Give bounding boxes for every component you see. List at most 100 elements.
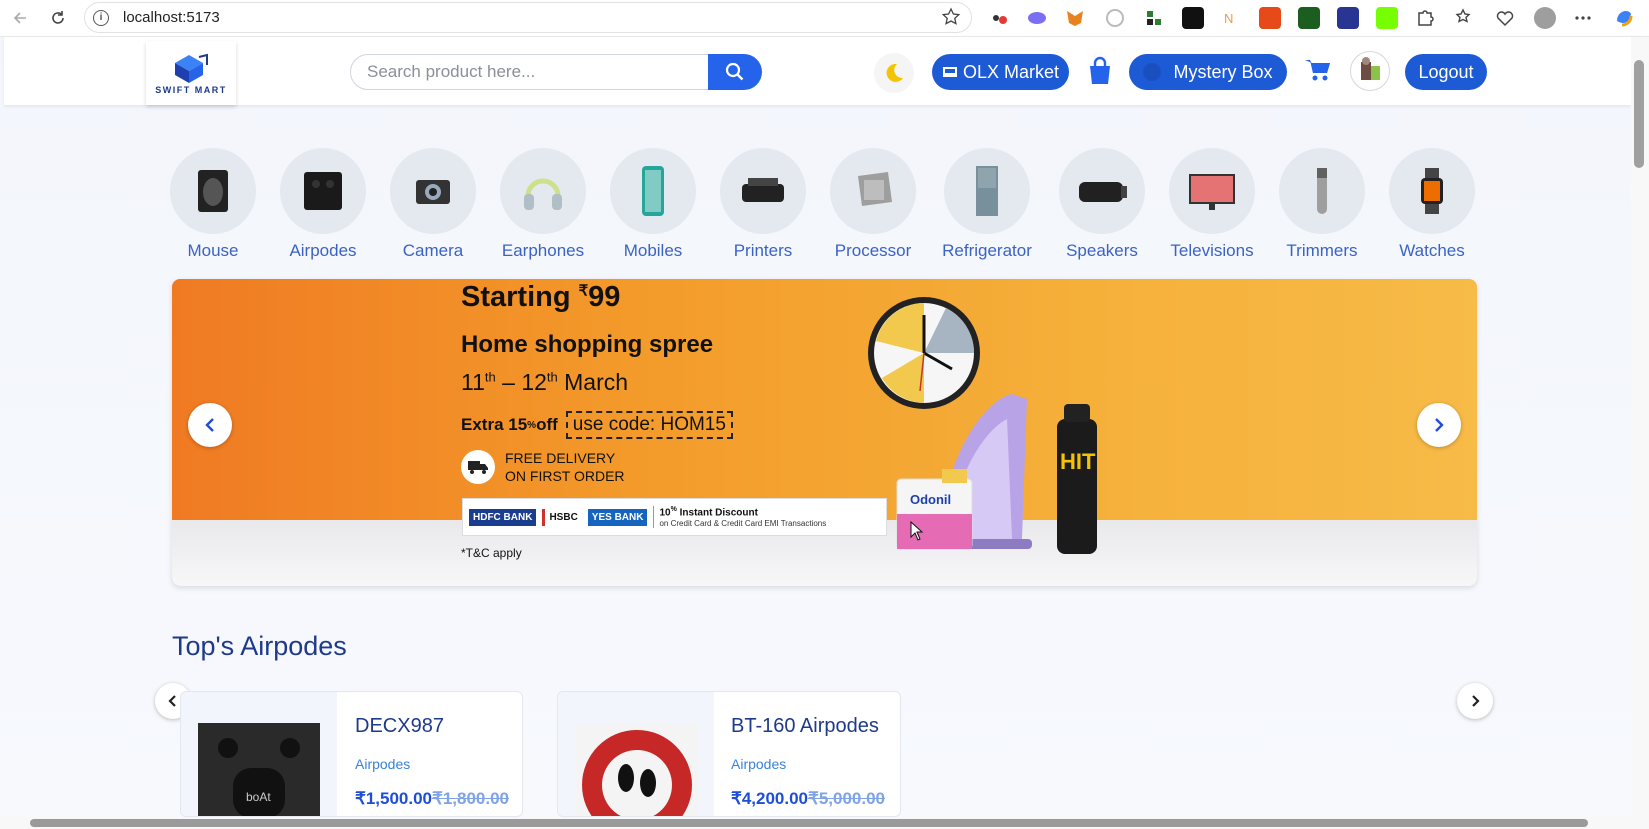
reload-icon[interactable]: [44, 4, 72, 32]
product-category: Airpodes: [731, 756, 787, 772]
category-item-mouse[interactable]: Mouse: [168, 148, 258, 261]
coupon-code: use code: HOM15: [565, 411, 733, 439]
horizontal-scroll-thumb[interactable]: [30, 819, 1588, 827]
extension-icon[interactable]: [1376, 7, 1398, 29]
logout-button[interactable]: Logout: [1405, 54, 1487, 90]
product-name: BT-160 Airpodes: [731, 715, 879, 737]
category-label: Printers: [733, 241, 793, 260]
olx-market-label: OLX Market: [962, 61, 1060, 82]
banner-offer: Extra 15% off use code: HOM15: [461, 411, 733, 439]
address-bar[interactable]: i localhost:5173: [84, 2, 972, 33]
extension-icon[interactable]: [1143, 7, 1165, 29]
earbuds-red-image: [576, 723, 698, 816]
extension-icon[interactable]: [1259, 7, 1281, 29]
category-image: [1279, 148, 1365, 234]
more-menu-icon[interactable]: [1572, 7, 1594, 29]
product-name: DECX987: [355, 715, 444, 737]
extension-icon[interactable]: [1298, 7, 1320, 29]
user-avatar[interactable]: [1350, 51, 1390, 91]
svg-text:N: N: [1224, 11, 1233, 26]
carousel-prev-button[interactable]: [188, 403, 232, 447]
mouse-cursor-icon: [910, 521, 924, 541]
bookmark-star-icon[interactable]: [941, 7, 961, 32]
logo-cube-icon: [175, 53, 208, 83]
category-image: [280, 148, 366, 234]
search-input[interactable]: [350, 54, 715, 90]
url-text: localhost:5173: [123, 9, 220, 26]
spray-can-image: HIT: [1057, 404, 1097, 554]
copilot-icon[interactable]: [1613, 7, 1635, 29]
category-item-processor[interactable]: Processor: [828, 148, 918, 261]
category-image: [1169, 148, 1255, 234]
product-card[interactable]: BT-160 Airpodes Airpodes ₹4,200.00₹5,000…: [557, 691, 901, 817]
category-image: [170, 148, 256, 234]
category-image: [500, 148, 586, 234]
extension-icon[interactable]: [1026, 7, 1048, 29]
category-label: Camera: [402, 241, 464, 260]
extension-icon[interactable]: N: [1221, 7, 1243, 29]
category-image: [944, 148, 1030, 234]
category-label: Processor: [834, 241, 912, 260]
back-icon[interactable]: [6, 4, 34, 32]
bank-offer-strip: HDFC BANK HSBC YES BANK 10% Instant Disc…: [462, 498, 887, 536]
category-label: Earphones: [501, 241, 585, 260]
delivery-truck-icon: [461, 450, 495, 484]
section-title: Top's Airpodes: [172, 631, 347, 661]
mystery-box-button[interactable]: Mystery Box: [1129, 54, 1287, 90]
mystery-box-label: Mystery Box: [1173, 61, 1273, 82]
mystery-box-icon: [1143, 63, 1162, 81]
category-item-mobiles[interactable]: Mobiles: [608, 148, 698, 261]
chevron-right-icon: [1435, 418, 1444, 432]
search-icon: [725, 62, 744, 81]
theme-toggle-button[interactable]: [874, 53, 914, 93]
category-image: [390, 148, 476, 234]
category-label: Refrigerator: [942, 241, 1032, 260]
shopping-bag-button[interactable]: [1087, 56, 1113, 91]
product-category: Airpodes: [355, 756, 411, 772]
category-image: [830, 148, 916, 234]
svg-text:boAt: boAt: [246, 790, 271, 804]
metamask-icon[interactable]: [1065, 7, 1087, 29]
category-item-watches[interactable]: Watches: [1387, 148, 1477, 261]
product-image: boAt: [181, 692, 337, 816]
category-item-printers[interactable]: Printers: [718, 148, 808, 261]
olx-market-button[interactable]: OLX Market: [932, 54, 1069, 90]
product-image: [558, 692, 714, 816]
category-item-refrigerator[interactable]: Refrigerator: [942, 148, 1032, 261]
category-item-camera[interactable]: Camera: [388, 148, 478, 261]
category-label: Airpodes: [289, 241, 357, 260]
product-card[interactable]: boAt DECX987 Airpodes ₹1,500.00₹1,800.00: [180, 691, 523, 817]
earbuds-case-image: boAt: [198, 723, 320, 816]
browser-window: i localhost:5173 N SWIFT MART Search pro…: [0, 0, 1649, 829]
category-item-speakers[interactable]: Speakers: [1057, 148, 1147, 261]
extension-icon[interactable]: [1337, 7, 1359, 29]
vertical-scroll-thumb[interactable]: [1634, 60, 1644, 168]
carousel-next-button[interactable]: [1417, 403, 1461, 447]
chevron-left-icon: [205, 418, 214, 432]
promo-carousel: Starting ₹99 Home shopping spree 11th – …: [172, 279, 1477, 586]
health-icon[interactable]: [1494, 7, 1516, 29]
category-item-airpodes[interactable]: Airpodes: [278, 148, 368, 261]
category-image: [720, 148, 806, 234]
extensions-puzzle-icon[interactable]: [1414, 7, 1436, 29]
site-logo[interactable]: SWIFT MART: [146, 41, 236, 105]
category-label: Televisions: [1170, 241, 1254, 260]
profile-icon[interactable]: [1534, 7, 1556, 29]
svg-text:Odonil: Odonil: [910, 492, 951, 507]
products-next-button[interactable]: [1457, 683, 1493, 719]
site-info-icon[interactable]: i: [93, 9, 109, 26]
category-item-earphones[interactable]: Earphones: [498, 148, 588, 261]
category-image: [1059, 148, 1145, 234]
cart-icon: [1305, 60, 1330, 81]
cart-button[interactable]: [1304, 57, 1332, 88]
terms-text: *T&C apply: [461, 546, 522, 560]
category-item-televisions[interactable]: Televisions: [1167, 148, 1257, 261]
banner-delivery: FREE DELIVERY ON FIRST ORDER: [461, 449, 625, 485]
extension-icon[interactable]: [1182, 7, 1204, 29]
logout-label: Logout: [1418, 61, 1474, 82]
extension-icon[interactable]: [988, 7, 1010, 29]
search-button[interactable]: [708, 54, 762, 90]
favorites-icon[interactable]: [1454, 7, 1476, 29]
extension-icon[interactable]: [1104, 7, 1126, 29]
category-item-trimmers[interactable]: Trimmers: [1277, 148, 1367, 261]
